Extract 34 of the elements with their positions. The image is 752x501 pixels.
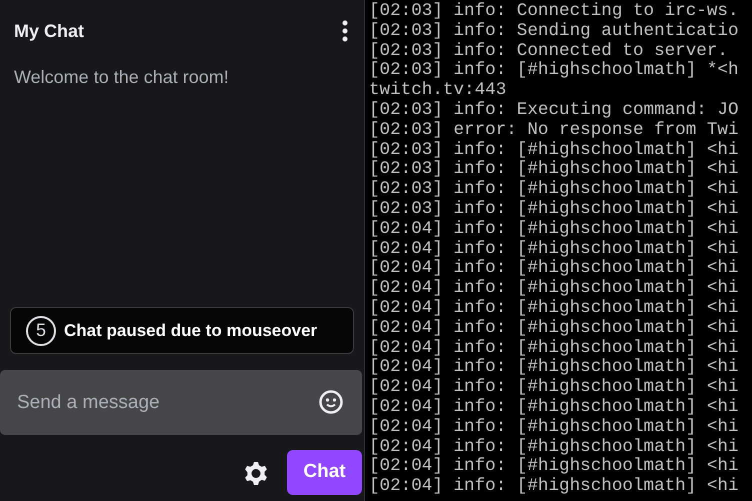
chat-paused-banner[interactable]: 5 Chat paused due to mouseover bbox=[10, 307, 354, 354]
terminal-line: [02:04] info: [#highschoolmath] <hi bbox=[369, 279, 739, 299]
emoji-icon[interactable] bbox=[318, 389, 344, 415]
chat-button[interactable]: Chat bbox=[287, 450, 362, 495]
welcome-message: Welcome to the chat room! bbox=[14, 67, 229, 87]
terminal-line: [02:04] info: [#highschoolmath] <hi bbox=[369, 438, 739, 457]
settings-icon[interactable] bbox=[243, 460, 269, 486]
terminal-line: [02:04] info: [#highschoolmath] <hi bbox=[369, 457, 739, 477]
terminal-line: [02:03] info: Sending authenticatio bbox=[369, 22, 739, 42]
terminal-line: [02:04] info: [#highschoolmath] <hi bbox=[369, 398, 739, 418]
terminal-line: [02:04] info: [#highschoolmath] <hi bbox=[369, 220, 739, 240]
terminal-line: [02:03] info: [#highschoolmath] *<h bbox=[369, 61, 739, 81]
terminal-line: [02:04] info: [#highschoolmath] <hi bbox=[369, 259, 739, 279]
terminal-line: [02:03] info: Connected to server. bbox=[369, 42, 728, 61]
terminal-line: [02:04] info: [#highschoolmath] <hi bbox=[369, 240, 739, 259]
terminal-line: [02:04] info: [#highschoolmath] <hi bbox=[369, 358, 739, 378]
terminal-line: [02:03] info: [#highschoolmath] <hi bbox=[369, 140, 739, 160]
terminal-line: [02:04] info: [#highschoolmath] <hi bbox=[369, 477, 739, 497]
terminal-line: [02:04] info: [#highschoolmath] <hi bbox=[369, 418, 739, 438]
terminal-line: [02:03] info: Connecting to irc-ws. bbox=[369, 2, 739, 22]
message-input[interactable]: Send a message bbox=[0, 370, 362, 435]
more-options-icon[interactable] bbox=[342, 19, 348, 43]
terminal-line: [02:03] info: Executing command: JO bbox=[369, 100, 739, 121]
terminal-line: twitch.tv:443 bbox=[369, 81, 506, 101]
terminal-line: [02:04] info: [#highschoolmath] <hi bbox=[369, 338, 739, 358]
terminal-line: [02:03] info: [#highschoolmath] <hi bbox=[369, 180, 739, 200]
terminal-line: [02:04] info: [#highschoolmath] <hi bbox=[369, 318, 739, 339]
terminal-line: [02:04] info: [#highschoolmath] <hi bbox=[369, 378, 739, 398]
terminal-line: [02:03] info: [#highschoolmath] <hi bbox=[369, 160, 739, 180]
chat-title: My Chat bbox=[14, 20, 84, 43]
terminal-line: [02:03] info: [#highschoolmath] <hi bbox=[369, 200, 739, 220]
countdown-badge: 5 bbox=[26, 316, 56, 346]
terminal-line: [02:03] error: No response from Twi bbox=[369, 120, 739, 141]
terminal-line: [02:04] info: [#highschoolmath] <hi bbox=[369, 298, 739, 319]
